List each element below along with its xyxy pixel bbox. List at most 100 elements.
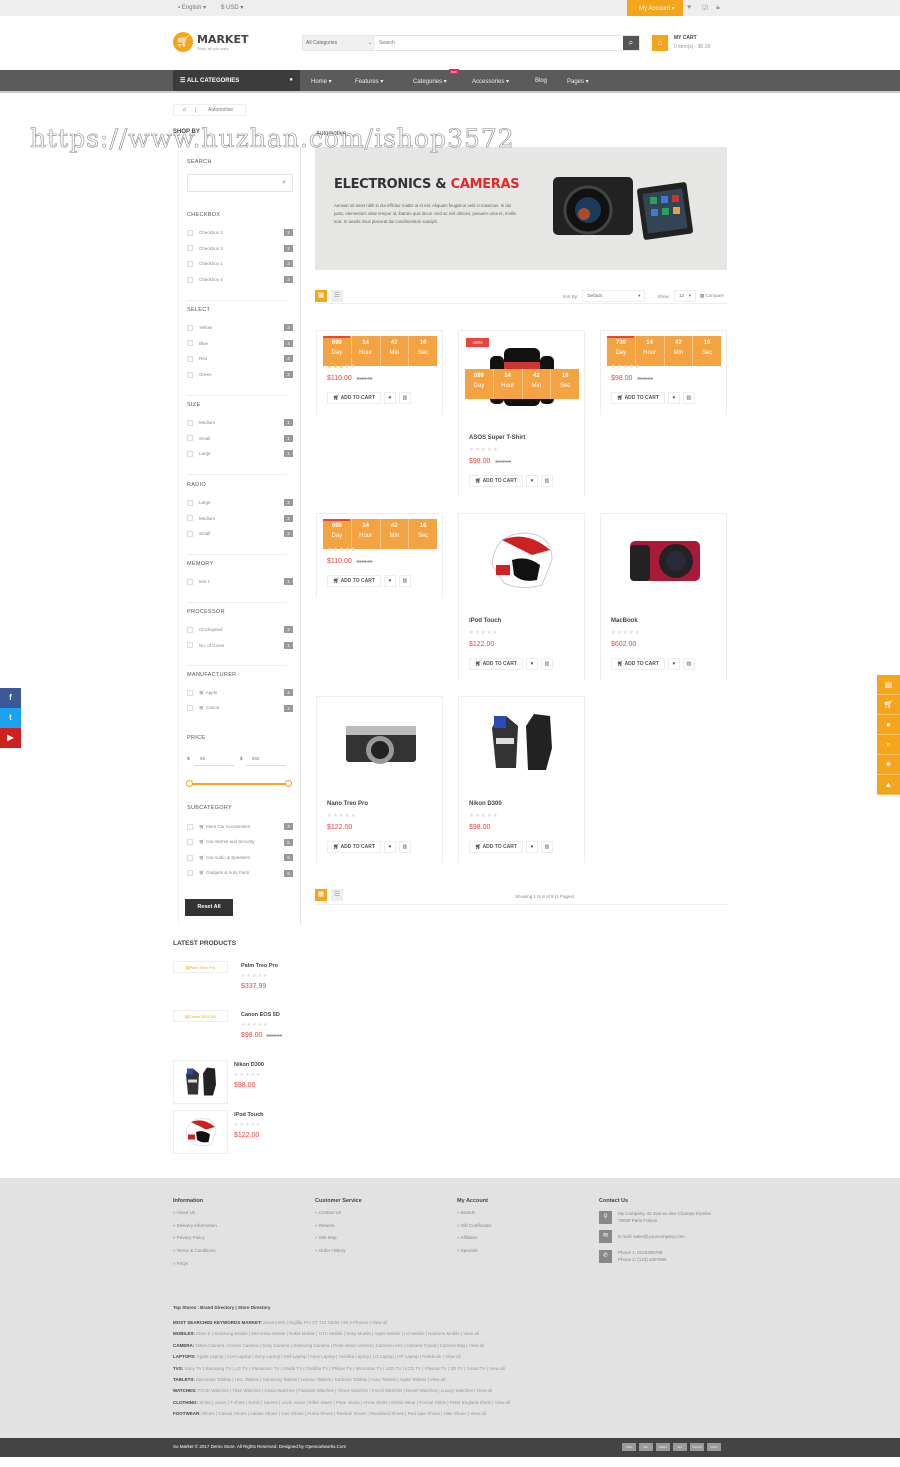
compare-button[interactable]: ▥: [682, 392, 695, 404]
keyword-links[interactable]: Micromax Tablets | HCL Tablets | Samsung…: [196, 1377, 445, 1382]
slider-min-handle[interactable]: [186, 780, 193, 787]
currency-selector[interactable]: $ USD ▾: [221, 4, 243, 11]
filter-option[interactable]: test 1 1: [187, 578, 293, 585]
twitter-icon[interactable]: t: [0, 708, 21, 728]
compare-button[interactable]: ▥: [540, 841, 553, 853]
list-view-icon[interactable]: ☰: [331, 290, 343, 302]
filter-option[interactable]: 🛒︎ More Car Accessories 3: [187, 823, 293, 830]
search-category-select[interactable]: All Categories ⌄: [303, 36, 375, 50]
add-to-cart-button[interactable]: 🛒︎ ADD TO CART: [327, 392, 381, 404]
slider-max-handle[interactable]: [285, 780, 292, 787]
product-name[interactable]: Nano Treo Pro: [327, 801, 368, 807]
latest-product-item[interactable]: ▨Canon EOS 5D Canon EOS 5D ★★★★★ $98.00 $122…: [173, 1010, 303, 1054]
search-input[interactable]: [375, 36, 623, 50]
mini-cart[interactable]: ⌂ MY CART 0 item(s) - $0.00: [652, 35, 710, 51]
footer-link[interactable]: » FAQs: [173, 1261, 217, 1274]
checkbox[interactable]: [187, 371, 193, 378]
footer-link[interactable]: » About Us: [173, 1210, 217, 1223]
latest-product-item[interactable]: Nikon D300 ★★★★★ $98.00: [173, 1060, 303, 1104]
product-name[interactable]: Canon EOS 5D: [241, 1012, 282, 1018]
filter-option[interactable]: Checkbox 2 2: [187, 229, 293, 236]
footer-link[interactable]: » Site Map: [315, 1235, 362, 1248]
product-name[interactable]: Nikon D300: [469, 801, 502, 807]
product-image[interactable]: [317, 703, 442, 783]
footer-link[interactable]: » Gift Certificates: [457, 1223, 492, 1236]
filter-option[interactable]: No. of Cores 1: [187, 641, 293, 649]
keyword-links[interactable]: Apple Laptop | Acer Laptop | Sony Laptop…: [197, 1354, 461, 1359]
product-name[interactable]: ASOS Super T-Shirt: [469, 435, 525, 441]
checkbox[interactable]: [187, 245, 193, 252]
wishlist-button[interactable]: ♥: [383, 392, 396, 404]
logo[interactable]: 🛒︎ MARKET Shop all you want: [173, 32, 248, 52]
price-max-input[interactable]: 602: [246, 754, 286, 766]
checkout-icon[interactable]: ☑: [702, 4, 708, 12]
filter-option[interactable]: Yellow 2: [187, 324, 293, 331]
star-icon[interactable]: ✷: [877, 755, 900, 775]
product-name[interactable]: Palm Treo Pro: [241, 963, 278, 969]
product-thumbnail[interactable]: [173, 1110, 228, 1154]
product-image[interactable]: [459, 703, 584, 783]
add-to-cart-button[interactable]: 🛒︎ ADD TO CART: [611, 392, 665, 404]
filter-option[interactable]: 🛒︎ Gadgets & Auto Parts 6: [187, 869, 293, 877]
compare-button[interactable]: ▥: [540, 475, 553, 487]
compare-button[interactable]: ▥: [398, 575, 411, 587]
checkbox[interactable]: [187, 705, 193, 712]
my-account-button[interactable]: My Account ▾: [627, 0, 683, 16]
footer-link[interactable]: » Affiliates: [457, 1235, 492, 1248]
checkbox[interactable]: [187, 324, 193, 331]
nav-item-home[interactable]: Home ▾: [311, 78, 332, 85]
broken-image-alt[interactable]: ▨Palm Treo Pro: [173, 961, 228, 973]
sort-select[interactable]: Default ▾: [582, 290, 646, 302]
checkbox[interactable]: [187, 340, 193, 347]
filter-option[interactable]: 🛒︎ Car Audio & Speakers 6: [187, 854, 293, 861]
cart-icon[interactable]: 🛒︎: [877, 695, 900, 715]
checkbox[interactable]: [187, 530, 193, 537]
filter-option[interactable]: Clockspeed 2: [187, 626, 293, 633]
lock-icon[interactable]: 🔒︎: [716, 4, 720, 12]
filter-option[interactable]: Large 1: [187, 450, 293, 458]
product-name[interactable]: Nikon D300: [234, 1062, 264, 1068]
price-range-slider[interactable]: [186, 780, 292, 787]
keyword-links[interactable]: Xiaomi Mi3 | Digiflip Pro XT 712 Tablet …: [263, 1320, 387, 1325]
keyword-links[interactable]: Shoes | Casual Shoes | Adidas Shoes | Ga…: [202, 1411, 486, 1416]
compare-button[interactable]: ▥: [682, 658, 695, 670]
filter-option[interactable]: Medium 2: [187, 514, 293, 522]
wishlist-button[interactable]: ♥: [525, 841, 538, 853]
add-to-cart-button[interactable]: 🛒︎ ADD TO CART: [327, 841, 381, 853]
checkbox[interactable]: [187, 642, 193, 649]
checkbox[interactable]: [187, 870, 193, 876]
grid-view-icon[interactable]: ▦: [315, 889, 327, 901]
footer-link[interactable]: » Returns: [315, 1223, 362, 1236]
checkbox[interactable]: [187, 355, 193, 362]
filter-option[interactable]: Checkbox 1 2: [187, 260, 293, 268]
add-to-cart-button[interactable]: 🛒︎ ADD TO CART: [469, 475, 523, 487]
reset-all-button[interactable]: Reset All: [185, 899, 233, 916]
checkbox[interactable]: [187, 450, 193, 457]
filter-option[interactable]: 🛒︎ Apple 4: [187, 689, 293, 696]
filter-option[interactable]: 🛒︎ Canon 2: [187, 704, 293, 712]
home-icon[interactable]: ⌂: [174, 107, 196, 113]
checkbox[interactable]: [187, 578, 193, 585]
footer-link[interactable]: » Brands: [457, 1210, 492, 1223]
compare-link[interactable]: ▥ Compare: [700, 293, 724, 299]
keyword-links[interactable]: Sony TV | Samsung TV | LG TV | Panasonic…: [185, 1366, 505, 1371]
add-to-cart-button[interactable]: 🛒︎ ADD TO CART: [469, 658, 523, 670]
filter-option[interactable]: Medium 1: [187, 419, 293, 426]
nav-item-accessories[interactable]: Accessories ▾: [472, 78, 509, 85]
keyword-links[interactable]: Shirts | Jeans | T-shirts | Kurtis | Sar…: [199, 1400, 510, 1405]
filter-option[interactable]: Red 4: [187, 355, 293, 363]
footer-link[interactable]: » Contact Us: [315, 1210, 362, 1223]
compare-button[interactable]: ▥: [398, 392, 411, 404]
language-selector[interactable]: ▪ English ▾: [178, 4, 206, 11]
filter-option[interactable]: 🛒︎ Car Alarms and Security 5: [187, 838, 293, 846]
footer-link[interactable]: » Terms & Conditions: [173, 1248, 217, 1261]
product-image[interactable]: [459, 520, 584, 600]
filter-option[interactable]: Checkbox 4 2: [187, 276, 293, 284]
grid-view-icon[interactable]: ▦: [315, 290, 327, 302]
latest-product-item[interactable]: ▨Palm Treo Pro Palm Treo Pro ★★★★★ $337.99: [173, 961, 303, 1005]
compare-button[interactable]: ▥: [540, 658, 553, 670]
footer-link[interactable]: » Delivery Information: [173, 1223, 217, 1236]
add-to-cart-button[interactable]: 🛒︎ ADD TO CART: [327, 575, 381, 587]
all-categories-button[interactable]: ☰ ALL CATEGORIES ●: [173, 70, 300, 91]
nav-item-features[interactable]: Features ▾: [355, 78, 383, 85]
